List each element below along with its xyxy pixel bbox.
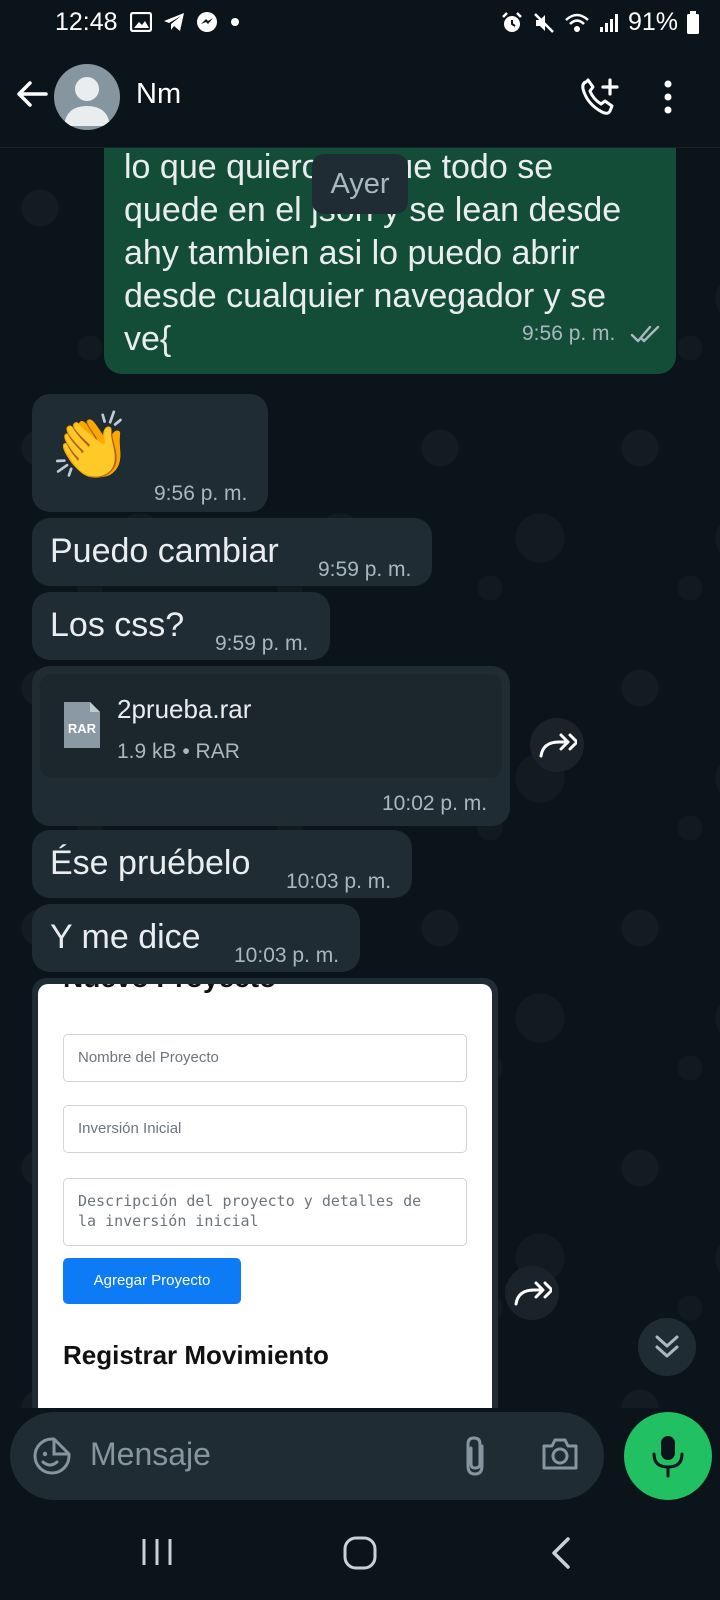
incoming-message[interactable]: Ése pruébelo 10:03 p. m.	[32, 830, 412, 898]
message-text-line: desde cualquier navegador y se	[124, 277, 606, 315]
status-time: 12:48	[55, 8, 118, 36]
file-name: 2prueba.rar	[117, 694, 252, 724]
contact-name[interactable]: Nm	[136, 78, 181, 111]
file-meta: 1.9 kB • RAR	[117, 740, 240, 763]
double-chevron-down-icon	[655, 1335, 679, 1358]
gallery-icon	[130, 12, 152, 32]
file-icon-label: RAR	[68, 721, 97, 736]
clapping-hands-emoji: 👏	[50, 409, 133, 483]
more-options-icon[interactable]	[660, 78, 676, 116]
date-label: Ayer	[330, 168, 390, 200]
incoming-message[interactable]: Los css? 9:59 p. m.	[32, 592, 330, 660]
back-arrow-icon[interactable]	[14, 76, 50, 112]
message-text-line: ahy tambien asi lo puedo abrir	[124, 234, 580, 272]
status-bar: 12:48 91%	[0, 0, 720, 48]
message-time: 10:03 p. m.	[286, 870, 392, 893]
message-time: 9:56 p. m.	[522, 322, 616, 345]
message-input[interactable]: Mensaje	[90, 1436, 211, 1473]
date-separator: Ayer	[312, 154, 408, 214]
message-text: Puedo cambiar	[50, 532, 279, 570]
messenger-icon	[197, 12, 217, 32]
sticker-icon[interactable]	[32, 1436, 72, 1476]
alarm-icon	[502, 11, 522, 32]
mute-icon	[534, 12, 554, 33]
dot-icon	[231, 18, 239, 26]
incoming-message[interactable]: Y me dice 10:03 p. m.	[32, 904, 360, 972]
wifi-icon	[565, 13, 589, 32]
message-text: Los css?	[50, 606, 185, 644]
chat-header: Nm	[0, 48, 720, 148]
battery-percentage: 91%	[627, 8, 678, 36]
rar-file-icon: RAR	[64, 702, 100, 748]
screenshot-investment-field: Inversión Inicial	[63, 1105, 467, 1153]
battery-icon	[687, 10, 699, 34]
incoming-message[interactable]: Puedo cambiar 9:59 p. m.	[32, 518, 432, 586]
contact-avatar[interactable]	[54, 64, 120, 130]
message-text: Y me dice	[50, 918, 201, 956]
voice-message-button[interactable]	[624, 1412, 712, 1500]
forward-icon	[539, 733, 577, 758]
incoming-file-message[interactable]: RAR 2prueba.rar 1.9 kB • RAR 10:02 p. m.	[32, 666, 510, 826]
camera-icon[interactable]	[540, 1436, 580, 1472]
placeholder-text: Nombre del Proyecto	[78, 1049, 219, 1066]
file-attachment[interactable]: RAR 2prueba.rar 1.9 kB • RAR	[40, 674, 502, 778]
forward-button[interactable]	[530, 718, 584, 772]
screenshot-description-field: Descripción del proyecto y detalles de l…	[63, 1178, 467, 1246]
notification-icons	[130, 11, 242, 33]
message-time: 9:59 p. m.	[215, 632, 309, 655]
placeholder-text: Inversión Inicial	[78, 1120, 182, 1137]
image-preview[interactable]: Nuevo Proyecto Nombre del Proyecto Inver…	[38, 984, 492, 1408]
button-label: Agregar Proyecto	[93, 1272, 211, 1289]
microphone-icon	[652, 1436, 684, 1478]
placeholder-text: Descripción del proyecto y detalles de l…	[78, 1192, 422, 1230]
message-time: 9:59 p. m.	[318, 558, 412, 581]
read-receipt-icon	[630, 325, 660, 343]
chat-messages-area[interactable]: lo que quiero es que todo se quede en el…	[0, 148, 720, 1408]
system-icons: 91%	[500, 8, 700, 37]
screenshot-project-name-field: Nombre del Proyecto	[63, 1034, 467, 1082]
recent-apps-icon[interactable]	[140, 1537, 174, 1567]
nav-back-icon[interactable]	[548, 1536, 574, 1570]
incoming-message[interactable]: 👏 9:56 p. m.	[32, 394, 268, 512]
scroll-to-bottom-button[interactable]	[638, 1318, 696, 1376]
system-navigation-bar	[0, 1500, 720, 1600]
add-call-icon[interactable]	[578, 76, 622, 120]
message-time: 9:56 p. m.	[154, 482, 248, 505]
message-time: 10:03 p. m.	[234, 944, 340, 967]
forward-icon	[514, 1281, 552, 1306]
message-text: Ése pruébelo	[50, 844, 251, 882]
message-time: 10:02 p. m.	[382, 792, 488, 815]
home-icon[interactable]	[343, 1536, 377, 1570]
screenshot-add-project-button: Agregar Proyecto	[63, 1258, 241, 1304]
screenshot-section-heading: Registrar Movimiento	[63, 1340, 329, 1370]
telegram-icon	[164, 13, 184, 31]
signal-icon	[599, 13, 618, 32]
forward-button[interactable]	[505, 1266, 559, 1320]
screenshot-heading-cut: Nuevo Proyecto	[63, 984, 276, 994]
default-avatar-icon	[64, 77, 110, 126]
message-composer: Mensaje	[10, 1412, 604, 1500]
attach-icon[interactable]	[462, 1434, 488, 1478]
